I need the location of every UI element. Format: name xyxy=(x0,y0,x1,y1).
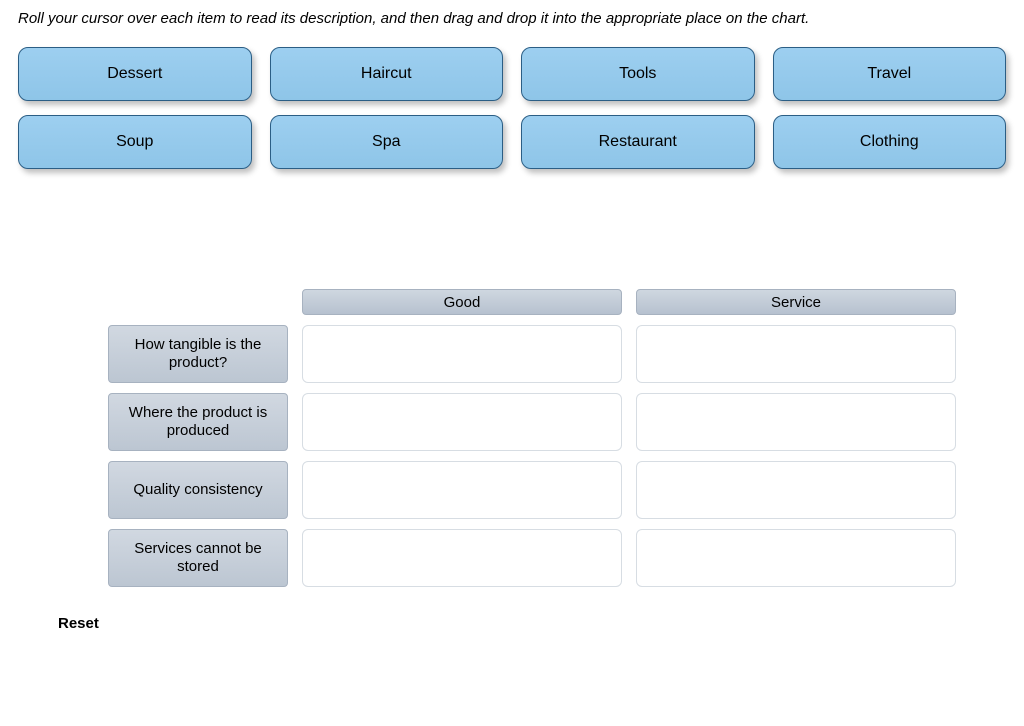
draggable-item[interactable]: Haircut xyxy=(270,47,504,101)
draggable-item[interactable]: Tools xyxy=(521,47,755,101)
draggable-items-container: Dessert Haircut Tools Travel Soup Spa Re… xyxy=(18,47,1006,169)
row-label: Quality consistency xyxy=(108,461,288,519)
draggable-item[interactable]: Travel xyxy=(773,47,1007,101)
reset-button[interactable]: Reset xyxy=(58,615,99,632)
drop-chart: Good Service How tangible is the product… xyxy=(108,289,958,633)
row-label: How tangible is the product? xyxy=(108,325,288,383)
draggable-item[interactable]: Spa xyxy=(270,115,504,169)
drop-target[interactable] xyxy=(636,461,956,519)
drop-target[interactable] xyxy=(302,393,622,451)
row-label: Where the product is produced xyxy=(108,393,288,451)
chart-corner-spacer xyxy=(108,289,288,315)
drop-target[interactable] xyxy=(302,325,622,383)
drop-target[interactable] xyxy=(302,529,622,587)
draggable-item[interactable]: Soup xyxy=(18,115,252,169)
draggable-item[interactable]: Restaurant xyxy=(521,115,755,169)
drop-target[interactable] xyxy=(636,529,956,587)
column-header-good: Good xyxy=(302,289,622,315)
draggable-item[interactable]: Clothing xyxy=(773,115,1007,169)
drop-target[interactable] xyxy=(636,393,956,451)
row-label: Services cannot be stored xyxy=(108,529,288,587)
instruction-text: Roll your cursor over each item to read … xyxy=(18,10,1006,27)
draggable-item[interactable]: Dessert xyxy=(18,47,252,101)
column-header-service: Service xyxy=(636,289,956,315)
drop-target[interactable] xyxy=(636,325,956,383)
drop-target[interactable] xyxy=(302,461,622,519)
